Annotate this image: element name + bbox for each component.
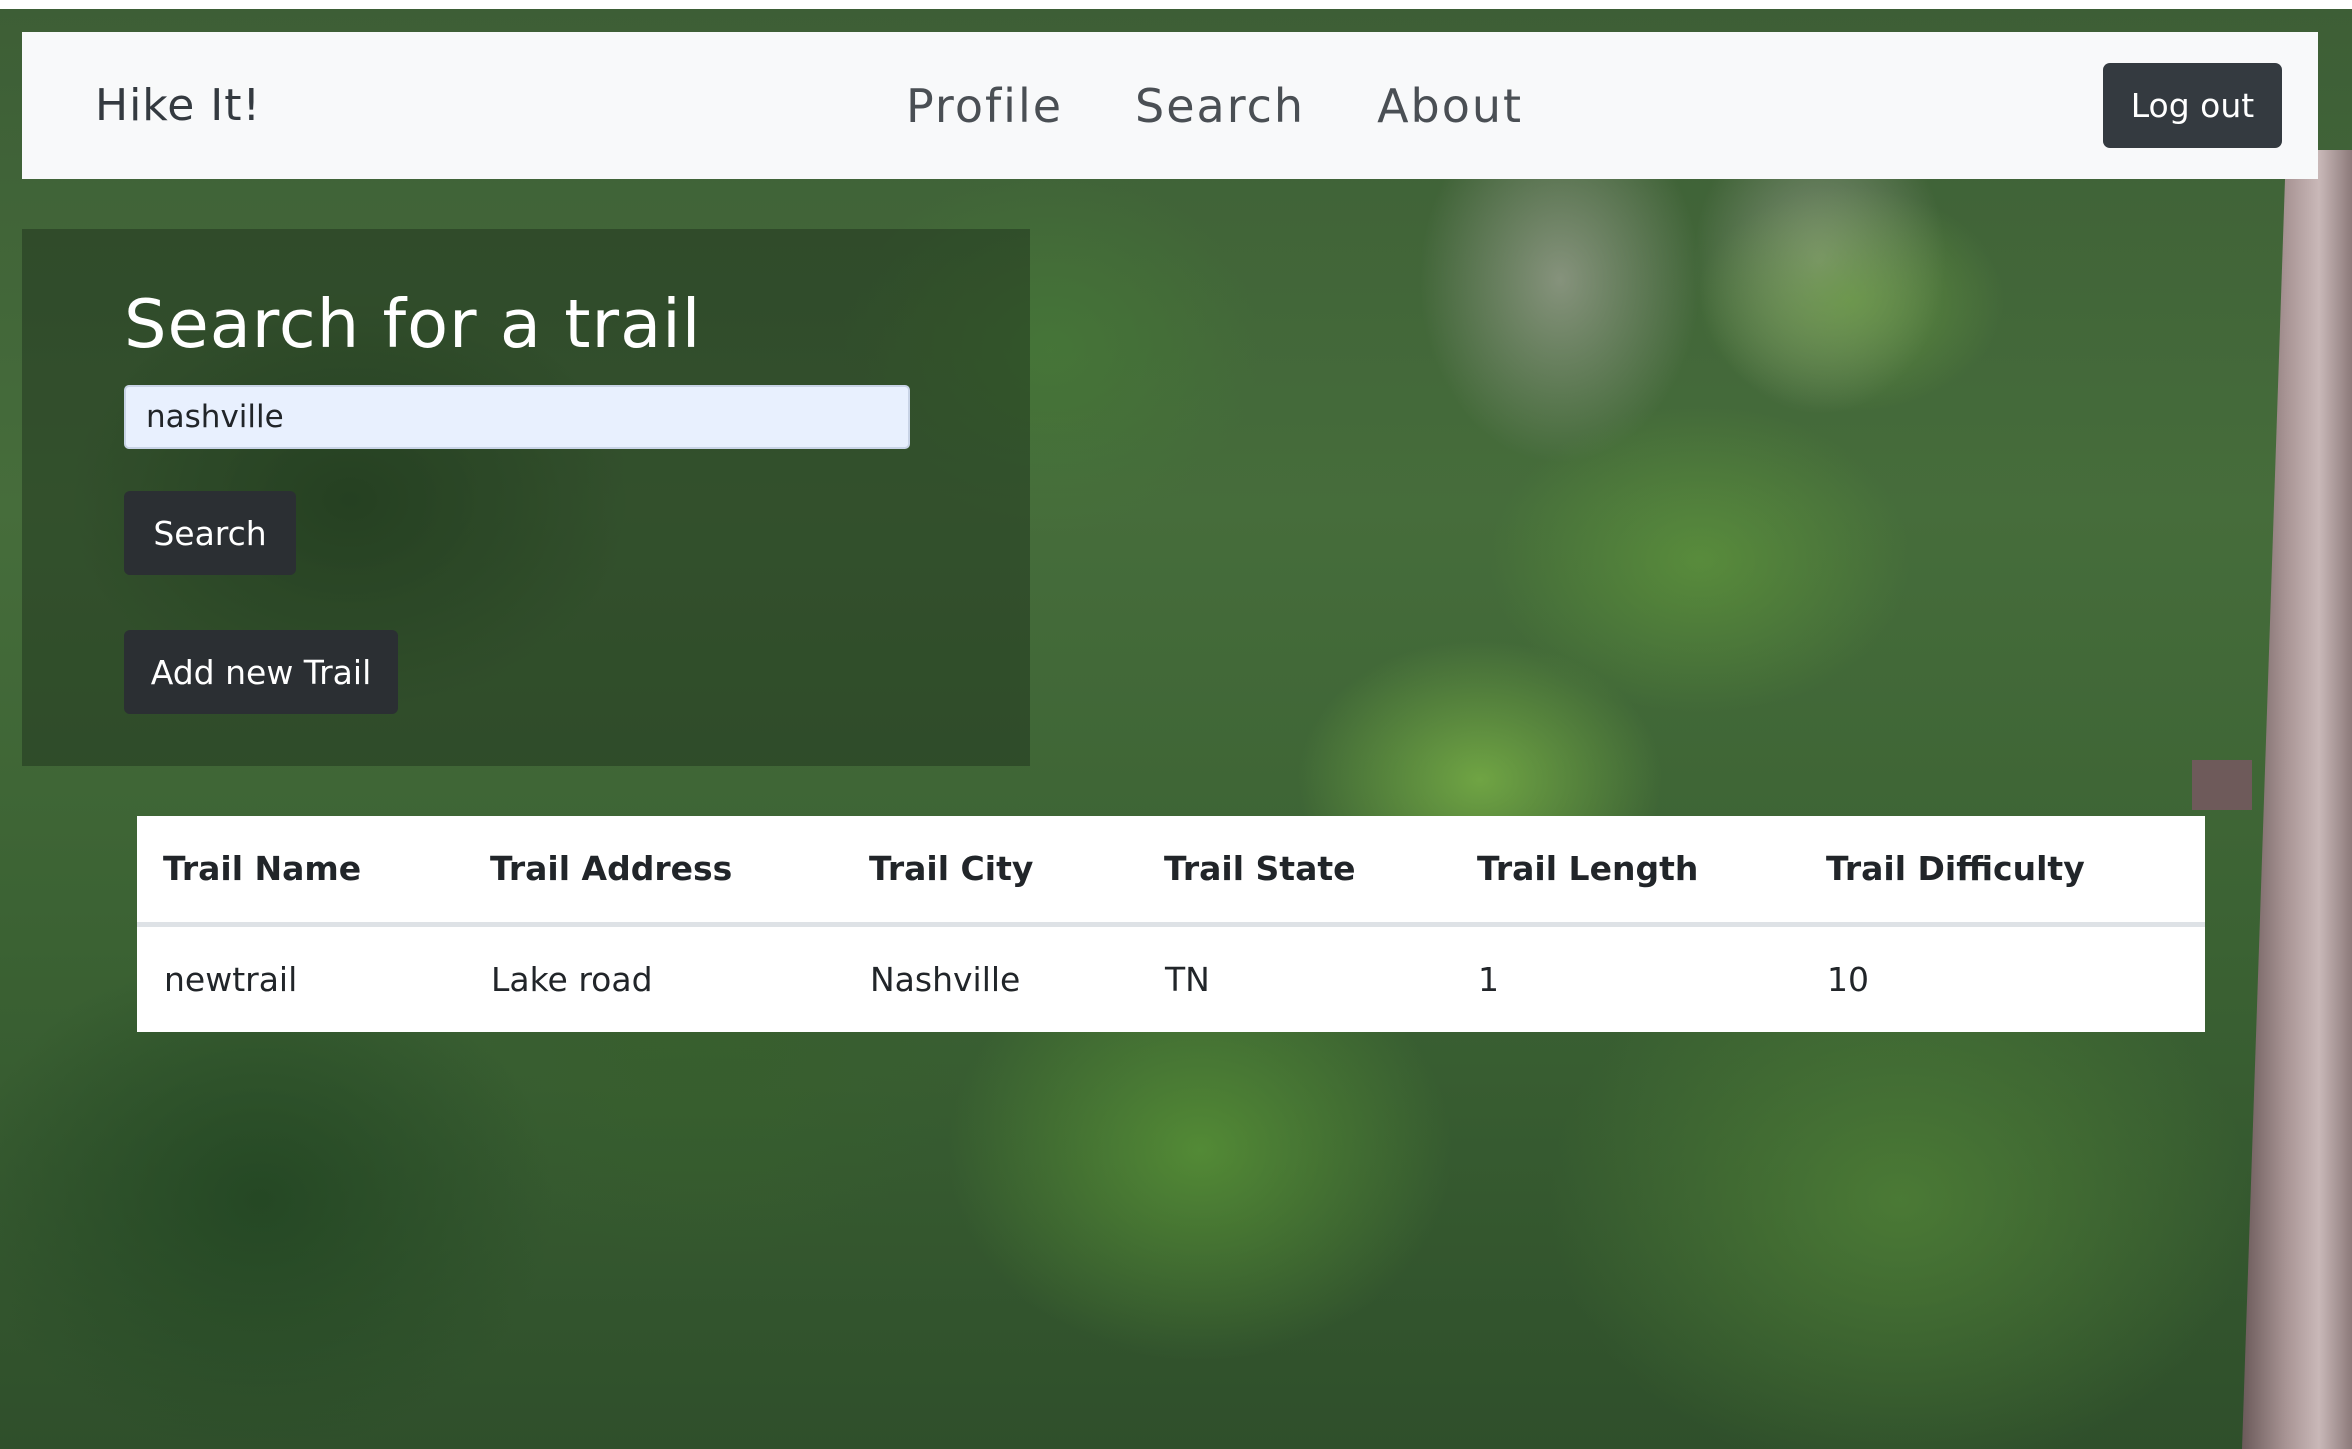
nav-link-about[interactable]: About xyxy=(1377,79,1523,133)
top-edge xyxy=(0,0,2352,9)
header-trail-name: Trail Name xyxy=(137,816,464,927)
header-trail-state: Trail State xyxy=(1138,816,1451,927)
search-input[interactable] xyxy=(124,385,910,449)
table-header-row: Trail Name Trail Address Trail City Trai… xyxy=(137,816,2205,927)
logout-button[interactable]: Log out xyxy=(2103,63,2282,148)
search-panel: Search for a trail Search Add new Trail xyxy=(22,229,1030,766)
page: Hike It! Profile Search About Log out Se… xyxy=(0,0,2352,1449)
cell-trail-length: 1 xyxy=(1478,959,1499,999)
cell-trail-state: TN xyxy=(1165,959,1210,999)
cell-trail-difficulty: 10 xyxy=(1827,959,1869,999)
brand-link[interactable]: Hike It! xyxy=(95,32,261,179)
railing-bracket xyxy=(2192,760,2252,810)
cell-trail-city: Nashville xyxy=(870,959,1021,999)
search-button[interactable]: Search xyxy=(124,491,296,575)
header-trail-difficulty: Trail Difficulty xyxy=(1800,816,2205,927)
add-new-trail-button[interactable]: Add new Trail xyxy=(124,630,398,714)
header-trail-length: Trail Length xyxy=(1451,816,1800,927)
results-table-head: Trail Name Trail Address Trail City Trai… xyxy=(137,816,2205,927)
results-table-body: newtrail Lake road Nashville TN 1 10 xyxy=(137,924,2205,1032)
header-trail-address: Trail Address xyxy=(464,816,843,927)
nav-link-profile[interactable]: Profile xyxy=(906,79,1063,133)
cell-trail-address: Lake road xyxy=(491,959,653,999)
table-row: newtrail Lake road Nashville TN 1 10 xyxy=(137,924,2205,1032)
cell-trail-name: newtrail xyxy=(164,959,298,999)
nav-link-search[interactable]: Search xyxy=(1135,79,1305,133)
navbar: Hike It! Profile Search About Log out xyxy=(22,32,2318,179)
header-trail-city: Trail City xyxy=(843,816,1138,927)
search-title: Search for a trail xyxy=(124,285,702,363)
results-table: Trail Name Trail Address Trail City Trai… xyxy=(137,816,2205,1032)
nav-links: Profile Search About xyxy=(906,32,1595,179)
